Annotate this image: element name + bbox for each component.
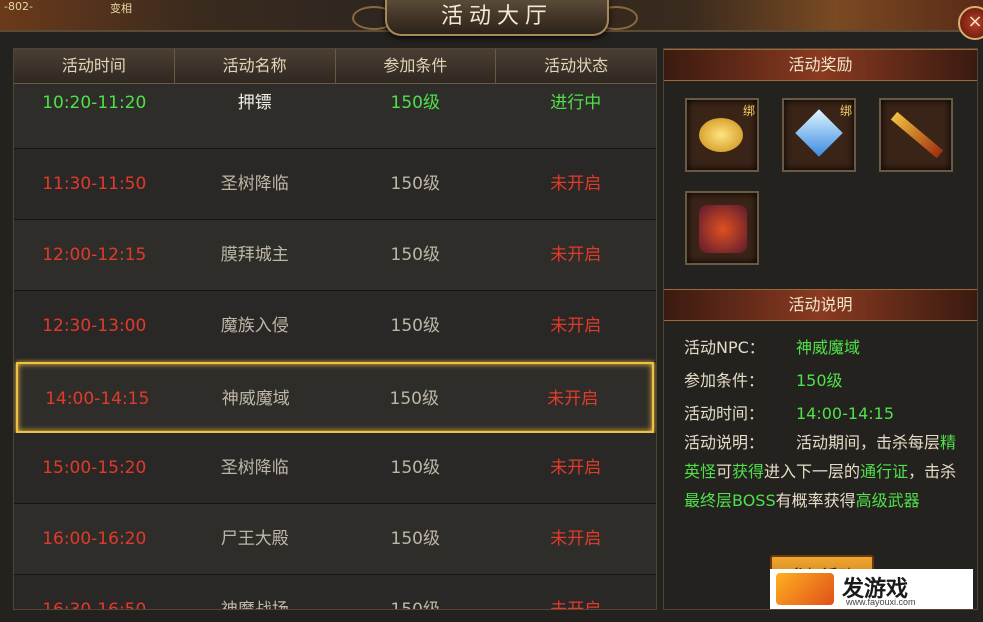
row-status: 未开启 [550, 600, 602, 610]
header-time: 活动时间 [14, 49, 175, 83]
table-row[interactable]: 12:30-13:00 魔族入侵 150级 未开启 [14, 291, 656, 362]
row-level: 150级 [390, 245, 440, 265]
bind-label: 绑 [742, 104, 755, 118]
row-time: 15:00-15:20 [42, 458, 147, 478]
table-body: 10:20-11:20 押镖 150级 进行中 11:30-11:50 圣树降临… [14, 84, 656, 610]
watermark-logo [776, 573, 834, 605]
header-name: 活动名称 [175, 49, 336, 83]
desc-highlight: 通行证 [860, 462, 909, 481]
table-row[interactable]: 12:00-12:15 膜拜城主 150级 未开启 [14, 220, 656, 291]
row-time: 11:30-11:50 [42, 174, 147, 194]
watermark-url: www.fayouxi.com [846, 597, 916, 607]
row-name: 神魔战场 [220, 600, 289, 610]
row-level: 150级 [390, 174, 440, 194]
row-level: 150级 [390, 316, 440, 336]
watermark: 发游戏 www.fayouxi.com [770, 569, 973, 609]
condition-value: 150级 [796, 371, 843, 390]
row-status: 未开启 [550, 458, 602, 478]
bind-label: 绑 [839, 104, 852, 118]
row-name: 膜拜城主 [220, 245, 289, 265]
time-label: 活动时间： [684, 404, 765, 423]
armor-icon[interactable] [685, 191, 759, 265]
time-value: 14:00-14:15 [796, 404, 894, 423]
gold-ingot-icon[interactable]: 绑 [685, 98, 759, 172]
table-row[interactable]: 11:30-11:50 圣树降临 150级 未开启 [14, 149, 656, 220]
row-time: 16:00-16:20 [42, 529, 147, 549]
desc-highlight: 最终层BOSS [684, 491, 776, 510]
npc-label: 活动NPC： [684, 338, 765, 357]
header-status: 活动状态 [544, 56, 609, 75]
description-heading: 活动说明 [664, 289, 977, 321]
row-level: 150级 [390, 529, 440, 549]
condition-label: 参加条件： [684, 371, 765, 390]
table-row[interactable]: 10:20-11:20 押镖 150级 进行中 [14, 84, 656, 149]
dragon-sword-icon[interactable] [879, 98, 953, 172]
window-title: 活动大厅 [385, 0, 609, 36]
row-time: 10:20-11:20 [42, 93, 147, 113]
row-name: 押镖 [237, 93, 272, 113]
row-level: 150级 [390, 600, 440, 610]
row-time: 16:30-16:50 [42, 600, 147, 610]
desc-label: 活动说明： [684, 433, 765, 452]
rewards-heading: 活动奖励 [664, 49, 977, 81]
npc-value: 神威魔域 [796, 338, 861, 357]
desc-part: 有概率获得 [775, 491, 856, 510]
row-status: 未开启 [550, 316, 602, 336]
row-status: 未开启 [550, 245, 602, 265]
table-row-selected[interactable]: 14:00-14:15 神威魔域 150级 未开启 [16, 362, 654, 433]
row-status: 未开启 [550, 174, 602, 194]
row-status: 未开启 [550, 529, 602, 549]
desc-highlight: 获得 [732, 462, 765, 481]
row-level: 150级 [390, 458, 440, 478]
row-name: 神威魔域 [221, 389, 290, 409]
activity-table: 活动时间 活动名称 参加条件 活动状态 10:20-11:20 押镖 150级 … [13, 48, 657, 610]
description-text: 活动说明： 活动期间，击杀每层精英怪可获得进入下一层的通行证，击杀最终层BOSS有… [664, 428, 977, 515]
row-time: 14:00-14:15 [45, 389, 150, 409]
row-level: 150级 [389, 389, 439, 409]
top-fragment: -802- [4, 0, 33, 13]
description-fields: 活动NPC： 神威魔域 参加条件： 150级 活动时间： 14:00-14:15 [664, 321, 977, 430]
row-level: 150级 [390, 93, 440, 113]
desc-part: ，击杀 [908, 462, 957, 481]
row-time: 12:30-13:00 [42, 316, 147, 336]
reward-grid: 绑 绑 [664, 81, 977, 289]
header-condition: 参加条件 [336, 49, 497, 83]
diamond-icon[interactable]: 绑 [782, 98, 856, 172]
desc-part: 进入下一层的 [764, 462, 861, 481]
desc-part: 可 [716, 462, 733, 481]
top-fragment: 变相 [110, 2, 132, 15]
table-row[interactable]: 15:00-15:20 圣树降临 150级 未开启 [14, 433, 656, 504]
row-name: 魔族入侵 [220, 316, 289, 336]
table-row[interactable]: 16:30-16:50 神魔战场 150级 未开启 [14, 575, 656, 610]
row-status: 未开启 [547, 389, 599, 409]
desc-highlight: 高级武器 [855, 491, 920, 510]
row-name: 圣树降临 [220, 458, 289, 478]
row-time: 12:00-12:15 [42, 245, 147, 265]
row-name: 圣树降临 [220, 174, 289, 194]
close-icon: × [967, 11, 983, 32]
row-status: 进行中 [550, 93, 602, 113]
row-name: 尸王大殿 [220, 529, 289, 549]
table-row[interactable]: 16:00-16:20 尸王大殿 150级 未开启 [14, 504, 656, 575]
table-header: 活动时间 活动名称 参加条件 活动状态 [14, 49, 656, 84]
detail-panel: 活动奖励 绑 绑 活动说明 活动NPC： 神威魔域 参加条件： 150级 活动时间：… [663, 48, 978, 610]
desc-part: 活动期间，击杀每层 [796, 433, 941, 452]
